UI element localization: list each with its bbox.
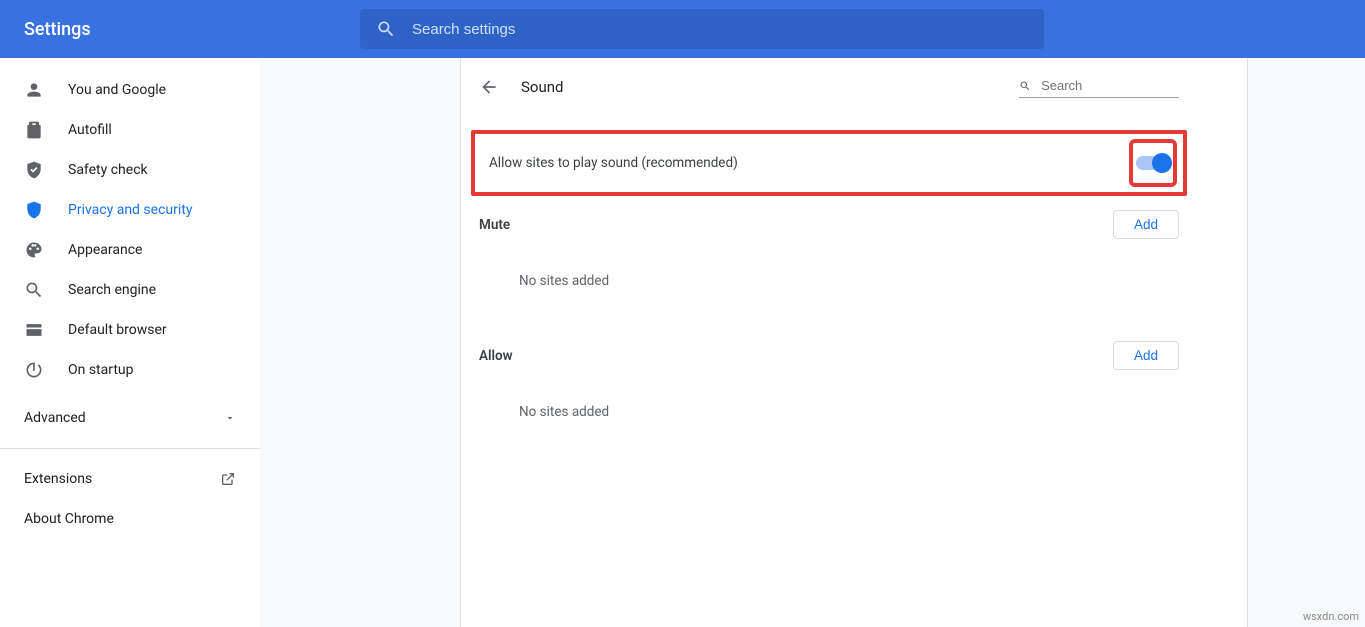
- back-icon[interactable]: [479, 77, 499, 97]
- sidebar-divider: [0, 448, 260, 449]
- page-header: Sound: [471, 58, 1187, 116]
- advanced-label: Advanced: [24, 410, 86, 426]
- person-icon: [24, 80, 44, 100]
- sidebar-item-autofill[interactable]: Autofill: [0, 110, 260, 150]
- allow-sound-label: Allow sites to play sound (recommended): [489, 155, 738, 171]
- power-icon: [24, 360, 44, 380]
- shield-check-icon: [24, 160, 44, 180]
- sidebar-item-label: Appearance: [68, 242, 142, 258]
- sidebar-item-label: Privacy and security: [68, 202, 192, 218]
- header-search-input[interactable]: [412, 21, 1028, 38]
- chevron-down-icon: [224, 412, 236, 424]
- clipboard-icon: [24, 120, 44, 140]
- extensions-label: Extensions: [24, 471, 92, 487]
- topbar: Settings: [0, 0, 1365, 58]
- sidebar-item-on-startup[interactable]: On startup: [0, 350, 260, 390]
- sidebar-item-appearance[interactable]: Appearance: [0, 230, 260, 270]
- page-search-input[interactable]: [1041, 78, 1179, 93]
- sidebar-item-search-engine[interactable]: Search engine: [0, 270, 260, 310]
- mute-add-button[interactable]: Add: [1113, 210, 1179, 239]
- sidebar-item-label: You and Google: [68, 82, 166, 98]
- sidebar-item-label: Search engine: [68, 282, 156, 298]
- mute-title: Mute: [479, 217, 510, 233]
- allow-section-header: Allow Add: [471, 327, 1187, 378]
- palette-icon: [24, 240, 44, 260]
- allow-empty-message: No sites added: [471, 378, 1187, 458]
- allow-sound-setting-highlight: Allow sites to play sound (recommended): [471, 130, 1187, 196]
- sidebar-item-extensions[interactable]: Extensions: [0, 459, 260, 499]
- allow-sound-toggle[interactable]: [1136, 156, 1170, 170]
- sidebar-item-label: Autofill: [68, 122, 112, 138]
- mute-empty-message: No sites added: [471, 247, 1187, 327]
- allow-title: Allow: [479, 348, 513, 364]
- sidebar-item-safety-check[interactable]: Safety check: [0, 150, 260, 190]
- sidebar-item-label: Default browser: [68, 322, 167, 338]
- about-label: About Chrome: [24, 511, 114, 527]
- sidebar-item-label: Safety check: [68, 162, 148, 178]
- app-title: Settings: [24, 19, 360, 40]
- search-icon: [1019, 79, 1031, 93]
- header-search-box[interactable]: [360, 9, 1044, 49]
- allow-add-button[interactable]: Add: [1113, 341, 1179, 370]
- search-icon: [24, 280, 44, 300]
- sidebar: You and Google Autofill Safety check Pri…: [0, 58, 260, 627]
- open-external-icon: [220, 471, 236, 487]
- sidebar-item-privacy-security[interactable]: Privacy and security: [0, 190, 260, 230]
- toggle-knob: [1152, 153, 1172, 173]
- mute-section-header: Mute Add: [471, 196, 1187, 247]
- toggle-highlight-box: [1129, 139, 1177, 187]
- search-icon: [376, 19, 396, 39]
- sidebar-item-about-chrome[interactable]: About Chrome: [0, 499, 260, 539]
- sidebar-item-label: On startup: [68, 362, 134, 378]
- sidebar-item-you-and-google[interactable]: You and Google: [0, 70, 260, 110]
- watermark: wsxdn.com: [1303, 610, 1359, 623]
- main-panel: Sound Allow sites to play sound (recomme…: [460, 58, 1248, 627]
- page-search[interactable]: [1019, 76, 1179, 98]
- shield-icon: [24, 200, 44, 220]
- browser-icon: [24, 320, 44, 340]
- sidebar-item-advanced[interactable]: Advanced: [0, 398, 260, 438]
- page-title: Sound: [521, 78, 1019, 96]
- sidebar-item-default-browser[interactable]: Default browser: [0, 310, 260, 350]
